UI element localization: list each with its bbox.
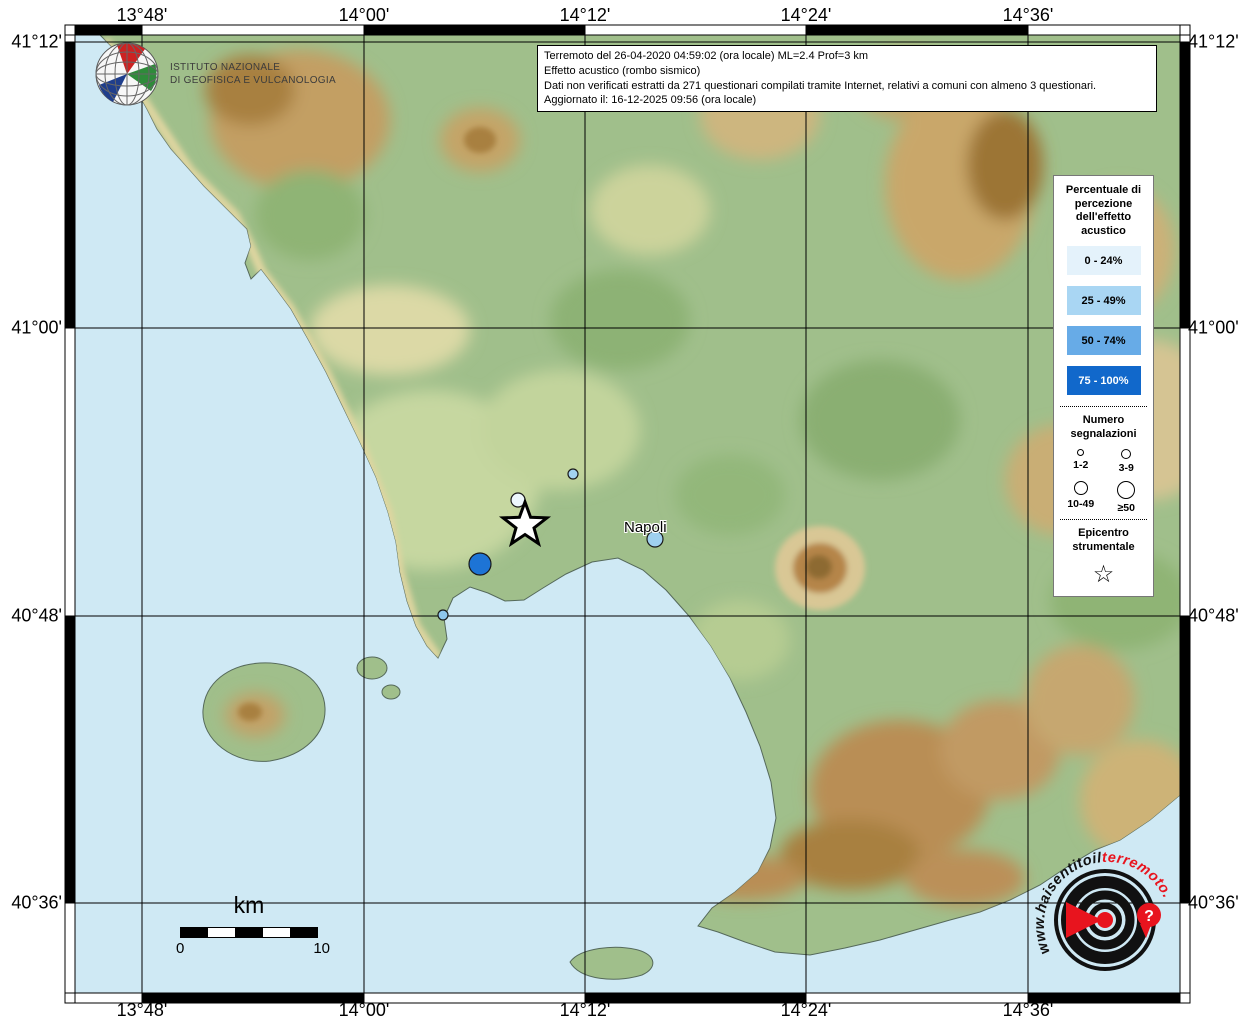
legend-count-1-2: 1-2 xyxy=(1058,449,1104,474)
lon-label-top-4: 14°24' xyxy=(780,5,832,25)
scalebar-bar xyxy=(180,927,318,938)
legend-swatch-label: 25 - 49% xyxy=(1081,294,1126,307)
epicenter-star-icon: ☆ xyxy=(1092,561,1115,588)
lon-label-bottom-5: 14°36' xyxy=(1002,1000,1054,1020)
hsit-question-mark: ? xyxy=(1144,908,1154,925)
lat-label-right-2: 41°00' xyxy=(1188,317,1239,338)
count-circle-icon xyxy=(1117,481,1136,499)
island-procida xyxy=(356,656,388,680)
lat-label-left-3: 40°48' xyxy=(11,605,62,626)
count-circle-icon xyxy=(1077,449,1085,456)
legend-divider xyxy=(1060,519,1147,520)
event-info-box: Terremoto del 26-04-2020 04:59:02 (ora l… xyxy=(537,45,1157,113)
ingv-logo-line2: DI GEOFISICA E VULCANOLOGIA xyxy=(170,75,336,86)
legend-epicenter-title: Epicentro strumentale xyxy=(1072,527,1135,553)
lon-label-bottom-4: 14°24' xyxy=(780,1000,832,1020)
lat-label-right-3: 40°48' xyxy=(1188,605,1239,626)
legend-panel: Percentuale di percezione dell'effetto a… xyxy=(1053,175,1154,597)
lon-label-top-1: 13°48' xyxy=(116,5,168,25)
legend-count-3-9: 3-9 xyxy=(1104,449,1150,474)
count-circle-icon xyxy=(1073,481,1088,495)
legend-swatch-75-100: 75 - 100% xyxy=(1066,366,1141,395)
island-vivara xyxy=(381,684,401,700)
legend-count-10-49: 10-49 xyxy=(1058,481,1104,514)
map-interior xyxy=(75,35,1180,993)
legend-swatch-50-74: 50 - 74% xyxy=(1066,326,1141,355)
lat-label-right-4: 40°36' xyxy=(1188,892,1239,913)
lon-label-top-5: 14°36' xyxy=(1002,5,1054,25)
lat-label-right-1: 41°12' xyxy=(1188,31,1239,52)
scalebar-unit: km xyxy=(233,892,265,918)
hsit-center-dot xyxy=(1097,912,1113,928)
legend-swatch-label: 75 - 100% xyxy=(1078,374,1129,387)
legend-swatch-0-24: 0 - 24% xyxy=(1066,246,1141,275)
legend-percent-title: Percentuale di percezione dell'effetto a… xyxy=(1065,184,1142,237)
legend-count-50: ≥50 xyxy=(1104,481,1150,514)
lon-label-bottom-1: 13°48' xyxy=(116,1000,168,1020)
lon-label-top-2: 14°00' xyxy=(338,5,390,25)
lat-label-left-4: 40°36' xyxy=(11,892,62,913)
lon-label-bottom-3: 14°12' xyxy=(559,1000,611,1020)
legend-count-title: Numero segnalazioni xyxy=(1070,414,1137,440)
count-circle-icon xyxy=(1121,449,1132,459)
event-summary-line: Terremoto del 26-04-2020 04:59:02 (ora l… xyxy=(544,50,869,62)
ingv-globe-icon xyxy=(95,42,159,106)
vesuvius-crater xyxy=(806,555,832,579)
legend-swatch-label: 50 - 74% xyxy=(1081,334,1126,347)
legend-divider xyxy=(1060,406,1147,407)
map-scalebar: km 0 10 xyxy=(176,892,330,957)
event-effect-line: Effetto acustico (rombo sismico) xyxy=(544,64,701,77)
lon-label-top-3: 14°12' xyxy=(559,5,611,25)
lon-label-bottom-2: 14°00' xyxy=(338,1000,390,1020)
ingv-logo-line1: ISTITUTO NAZIONALE xyxy=(170,62,281,73)
ingv-logo-text: ISTITUTO NAZIONALE DI GEOFISICA E VULCAN… xyxy=(170,61,336,87)
legend-count-grid: 1-2 3-9 10-49 ≥50 xyxy=(1058,449,1149,514)
legend-swatch-25-49: 25 - 49% xyxy=(1066,286,1141,315)
legend-swatch-label: 0 - 24% xyxy=(1084,254,1123,267)
event-updated-line: Aggiornato il: 16-12-2025 09:56 (ora loc… xyxy=(544,94,757,107)
felt-report-marker xyxy=(437,609,449,621)
lat-label-left-2: 41°00' xyxy=(11,317,62,338)
felt-report-marker xyxy=(468,552,492,576)
lat-label-left-1: 41°12' xyxy=(11,31,62,52)
scalebar-start: 0 xyxy=(176,940,185,957)
scalebar-end: 10 xyxy=(313,940,330,957)
city-label-napoli: Napoli xyxy=(624,519,667,536)
hsit-earthquake-map-page: www.haisentitoilterremoto.it ? 13°48' 14… xyxy=(0,0,1256,1024)
event-disclaimer-line: Dati non verificati estratti da 271 ques… xyxy=(544,79,1097,92)
felt-report-marker xyxy=(567,468,579,480)
ingv-logo: ISTITUTO NAZIONALE DI GEOFISICA E VULCAN… xyxy=(93,40,336,108)
